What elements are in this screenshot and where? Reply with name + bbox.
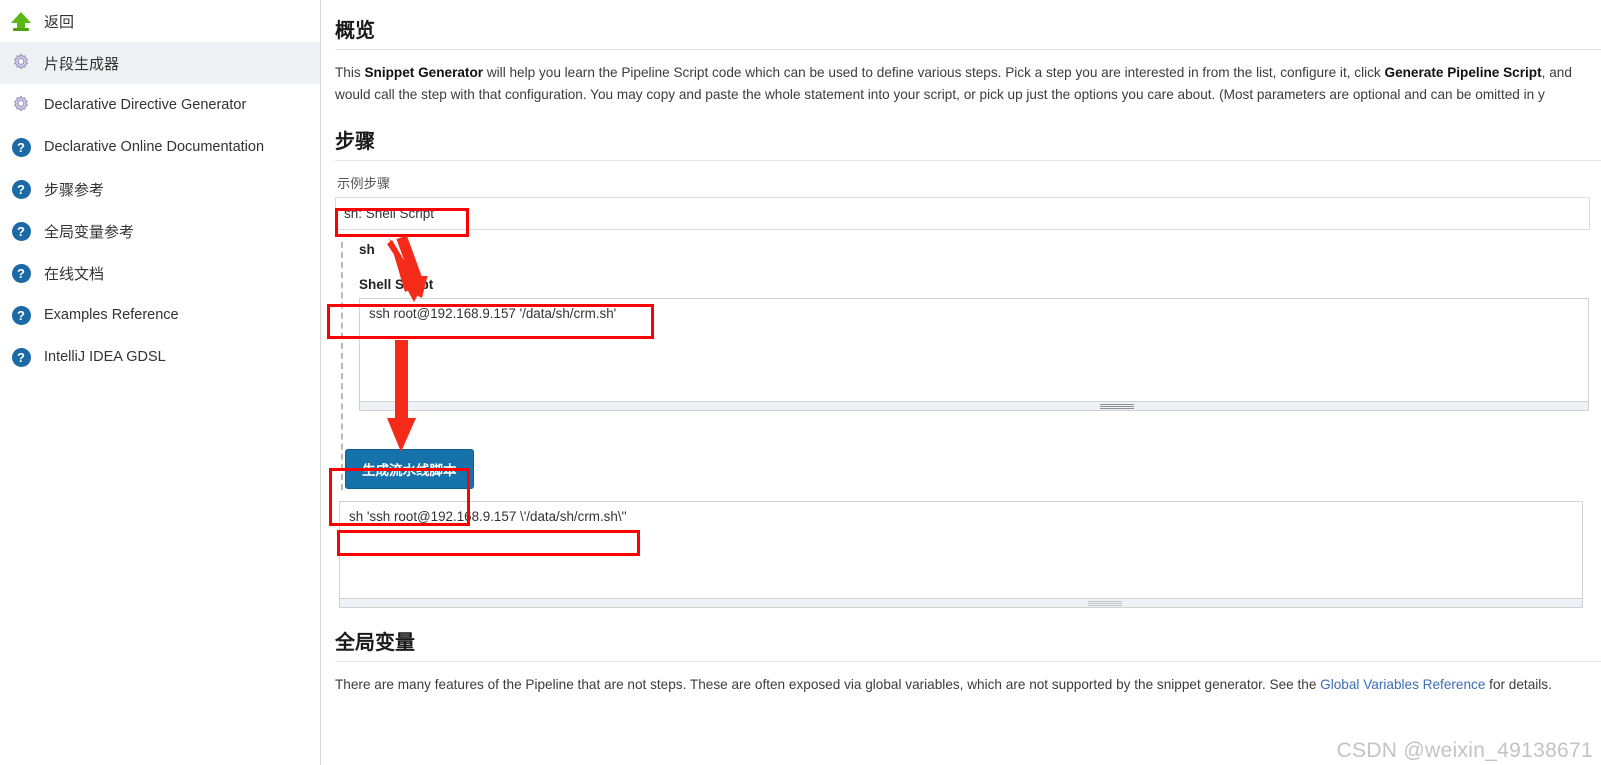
sidebar-item-snippet-generator[interactable]: 片段生成器 — [0, 42, 320, 84]
sidebar-item-declarative-directive-generator[interactable]: Declarative Directive Generator — [0, 84, 320, 126]
sidebar-item-label: 全局变量参考 — [44, 223, 135, 241]
step-select[interactable]: sh: Shell Script — [335, 197, 1590, 230]
help-icon: ? — [8, 260, 34, 286]
resize-grip[interactable] — [1100, 404, 1134, 409]
sidebar-item-back[interactable]: 返回 — [0, 0, 320, 42]
steps-heading: 步骤 — [335, 131, 375, 153]
overview-text-pre: This — [335, 65, 365, 80]
global-variables-reference-link[interactable]: Global Variables Reference — [1320, 677, 1485, 692]
sidebar-item-label: Declarative Online Documentation — [44, 139, 265, 155]
sidebar-item-global-variable-reference[interactable]: ? 全局变量参考 — [0, 210, 320, 252]
main-content: 概览 This Snippet Generator will help you … — [321, 0, 1601, 765]
script-field-label: Shell Script — [359, 277, 434, 292]
help-icon: ? — [8, 218, 34, 244]
sample-step-label: 示例步骤 — [337, 176, 391, 191]
sidebar-item-label: Declarative Directive Generator — [44, 97, 247, 113]
overview-text-post: , and — [1541, 65, 1572, 80]
gear-icon — [8, 92, 34, 118]
help-icon: ? — [8, 344, 34, 370]
sidebar: 返回 片段生成器 Declarative Directive Generator — [0, 0, 321, 765]
watermark: CSDN @weixin_49138671 — [1336, 739, 1593, 762]
sidebar-item-label: 返回 — [44, 13, 75, 31]
overview-paragraph-line1: This Snippet Generator will help you lea… — [335, 62, 1601, 84]
generated-script-resize-bar[interactable] — [339, 599, 1583, 608]
divider — [335, 49, 1601, 50]
sidebar-item-label: 片段生成器 — [44, 55, 120, 73]
sidebar-item-examples-reference[interactable]: ? Examples Reference — [0, 294, 320, 336]
help-icon: ? — [8, 176, 34, 202]
overview-heading: 概览 — [335, 20, 375, 42]
step-indent-guide — [341, 242, 343, 490]
generate-pipeline-script-button[interactable]: 生成流水线脚本 — [345, 449, 474, 489]
gear-icon — [8, 50, 34, 76]
step-name-label: sh — [359, 242, 375, 257]
overview-text-bold-snippet-generator: Snippet Generator — [364, 65, 484, 80]
global-variables-paragraph: There are many features of the Pipeline … — [335, 674, 1601, 696]
sidebar-item-label: 步骤参考 — [44, 181, 105, 199]
divider — [335, 661, 1601, 662]
generated-script-output[interactable] — [339, 501, 1583, 599]
divider — [335, 160, 1601, 161]
overview-paragraph-line2: would call the step with that configurat… — [335, 87, 1545, 102]
resize-grip[interactable] — [1088, 601, 1122, 606]
sidebar-item-label: Examples Reference — [44, 307, 179, 323]
sidebar-item-step-reference[interactable]: ? 步骤参考 — [0, 168, 320, 210]
overview-text-bold-generate-pipeline-script: Generate Pipeline Script — [1384, 65, 1542, 80]
arrow-up-icon — [8, 8, 34, 34]
sidebar-item-declarative-online-documentation[interactable]: ? Declarative Online Documentation — [0, 126, 320, 168]
shell-script-resize-bar[interactable] — [359, 402, 1589, 411]
help-icon: ? — [8, 134, 34, 160]
sidebar-item-intellij-idea-gdsl[interactable]: ? IntelliJ IDEA GDSL — [0, 336, 320, 378]
global-variables-heading: 全局变量 — [335, 632, 415, 654]
shell-script-input[interactable] — [359, 298, 1589, 402]
overview-text-mid: will help you learn the Pipeline Script … — [483, 65, 1385, 80]
globals-text-pre: There are many features of the Pipeline … — [335, 677, 1321, 692]
sidebar-item-label: IntelliJ IDEA GDSL — [44, 349, 166, 365]
sidebar-item-online-documentation[interactable]: ? 在线文档 — [0, 252, 320, 294]
globals-text-post: for details. — [1485, 677, 1552, 692]
sidebar-item-label: 在线文档 — [44, 265, 105, 283]
help-icon: ? — [8, 302, 34, 328]
